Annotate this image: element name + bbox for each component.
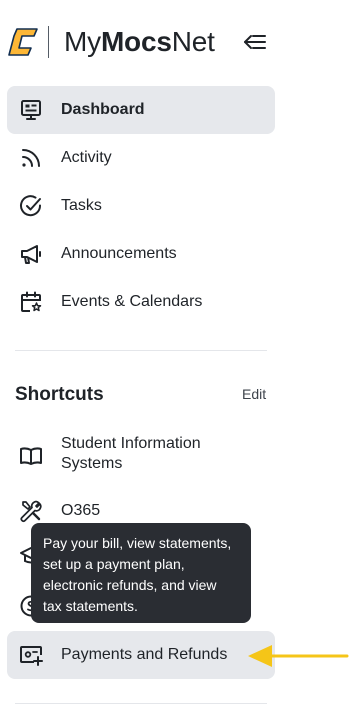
app-title[interactable]: MyMocsNet [64, 25, 215, 59]
section-divider [15, 350, 267, 351]
collapse-menu-icon[interactable] [242, 30, 268, 54]
nav-item-tasks[interactable]: Tasks [7, 182, 275, 230]
nav-item-label: Events & Calendars [61, 293, 203, 310]
app-header: MyMocsNet [0, 0, 349, 86]
annotation-arrow-icon [248, 645, 349, 667]
shortcuts-heading: Shortcuts [15, 384, 104, 405]
dashboard-icon [21, 100, 41, 120]
utc-logo-icon[interactable] [8, 28, 38, 56]
nav-item-label: Dashboard [61, 101, 145, 118]
shortcut-payments-and-refunds[interactable]: Payments and Refunds [7, 631, 275, 679]
calendar-icon [21, 291, 42, 312]
shortcut-tooltip: Pay your bill, view statements, set up a… [31, 523, 251, 623]
nav-item-announcements[interactable]: Announcements [7, 230, 275, 278]
shortcut-label: Payments and Refunds [61, 646, 228, 663]
nav-item-dashboard[interactable]: Dashboard [7, 86, 275, 134]
book-icon [20, 447, 42, 465]
brand-mocs: Mocs [100, 26, 172, 57]
brand-my: My [64, 26, 101, 57]
nav-item-label: Announcements [61, 245, 177, 262]
nav-item-label: Activity [61, 149, 112, 166]
payment-card-icon [20, 646, 43, 666]
section-divider [15, 703, 267, 704]
brand-net: Net [171, 26, 215, 57]
tools-icon [20, 500, 42, 523]
header-divider [48, 26, 49, 58]
shortcut-student-information-systems[interactable]: Student Information Systems [7, 428, 275, 484]
shortcut-label: Student Information Systems [61, 435, 201, 472]
shortcut-label: O365 [61, 502, 101, 519]
rss-icon [22, 149, 40, 167]
nav-item-label: Tasks [61, 197, 102, 214]
nav-item-events-calendars[interactable]: Events & Calendars [7, 278, 275, 326]
tooltip-text: Pay your bill, view statements, set up a… [43, 535, 232, 614]
nav-item-activity[interactable]: Activity [7, 134, 275, 182]
check-circle-icon [20, 195, 42, 217]
megaphone-icon [21, 245, 41, 264]
edit-shortcuts-link[interactable]: Edit [242, 386, 266, 402]
